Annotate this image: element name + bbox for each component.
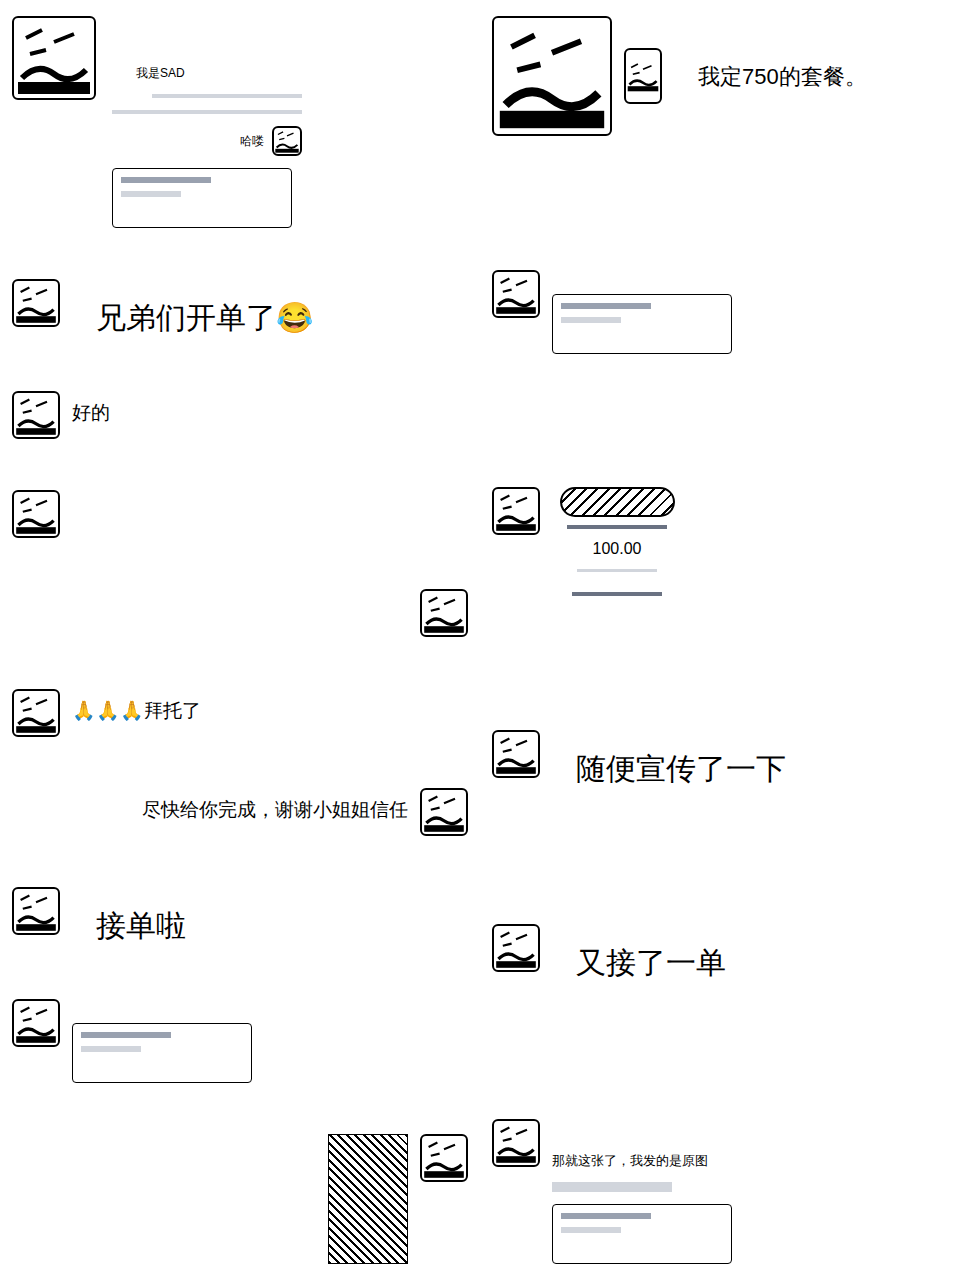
message-text: 好的 — [72, 391, 110, 428]
link-card[interactable] — [552, 1204, 732, 1264]
avatar[interactable] — [420, 1134, 468, 1182]
message-row: 🙏🙏🙏拜托了 — [12, 689, 468, 737]
message-text: 尽快给你完成，谢谢小姐姐信任 — [142, 788, 408, 825]
avatar-icon — [494, 489, 538, 533]
avatar-icon — [494, 272, 538, 316]
avatar-icon — [494, 18, 610, 134]
avatar-icon — [422, 591, 466, 635]
message-row: 好的 — [12, 391, 468, 439]
avatar[interactable] — [12, 391, 60, 439]
avatar[interactable] — [12, 999, 60, 1047]
avatar[interactable] — [12, 279, 60, 327]
avatar-icon — [422, 1136, 466, 1180]
message-row — [12, 589, 468, 637]
payment-screenshot[interactable]: 100.00 — [552, 487, 682, 596]
intro-title: 我是SAD — [112, 64, 302, 82]
message-row: 随便宣传了一下 — [492, 730, 948, 791]
avatar[interactable] — [492, 270, 540, 318]
avatar-icon — [14, 18, 94, 98]
message-row — [492, 270, 948, 354]
reply-text: 哈喽 — [240, 132, 264, 150]
avatar[interactable] — [12, 887, 60, 935]
avatar[interactable] — [272, 126, 302, 156]
avatar-icon — [14, 691, 58, 735]
avatar-icon — [274, 128, 300, 154]
avatar[interactable] — [12, 16, 96, 100]
message-row — [12, 999, 468, 1083]
avatar-icon — [14, 492, 58, 536]
image-message[interactable] — [328, 1134, 408, 1264]
message-row: 那就这张了，我发的是原图 — [492, 1119, 948, 1265]
avatar[interactable] — [492, 1119, 540, 1167]
link-card[interactable] — [72, 1023, 252, 1083]
avatar-icon — [422, 790, 466, 834]
avatar-icon — [494, 732, 538, 776]
avatar[interactable] — [420, 589, 468, 637]
avatar-icon — [14, 393, 58, 437]
message-row: 又接了一单 — [492, 924, 948, 985]
avatar[interactable] — [492, 730, 540, 778]
message-text: 接单啦 — [72, 887, 186, 948]
avatar-icon — [14, 889, 58, 933]
avatar[interactable] — [12, 490, 60, 538]
message-text: 🙏🙏🙏拜托了 — [72, 689, 201, 726]
message-row: 100.00 — [492, 487, 948, 596]
avatar[interactable] — [420, 788, 468, 836]
message-text: 我定750的套餐。 — [674, 60, 867, 93]
avatar-icon — [14, 1001, 58, 1045]
message-row: 兄弟们开单了😂 — [12, 279, 468, 340]
avatar[interactable] — [12, 689, 60, 737]
avatar[interactable] — [624, 48, 662, 104]
message-text: 那就这张了，我发的是原图 — [552, 1151, 732, 1171]
chat-collage: 我是SAD哈喽兄弟们开单了😂好的🙏🙏🙏拜托了尽快给你完成，谢谢小姐姐信任接单啦我… — [0, 0, 960, 1280]
avatar[interactable] — [492, 16, 612, 136]
link-card[interactable] — [112, 168, 292, 228]
message-text: 又接了一单 — [552, 924, 726, 985]
message-row — [12, 1134, 468, 1264]
avatar[interactable] — [492, 487, 540, 535]
message-text: 兄弟们开单了😂 — [72, 279, 313, 340]
avatar-icon — [494, 1121, 538, 1165]
header-message: 我定750的套餐。 — [492, 16, 948, 136]
avatar-icon — [494, 926, 538, 970]
avatar[interactable] — [492, 924, 540, 972]
message-row: 接单啦 — [12, 887, 468, 948]
avatar-icon — [626, 50, 660, 102]
intro-message: 我是SAD 哈喽 — [12, 16, 468, 228]
link-card[interactable] — [552, 294, 732, 354]
left-column: 我是SAD 哈喽兄弟们开单了😂 好的 🙏🙏🙏拜托了尽快给你完成，谢谢小姐姐信任接单啦 — [0, 0, 480, 1280]
payment-amount: 100.00 — [593, 537, 642, 561]
message-row: 尽快给你完成，谢谢小姐姐信任 — [12, 788, 468, 836]
avatar-icon — [14, 281, 58, 325]
message-text: 随便宣传了一下 — [552, 730, 786, 791]
right-column: 我定750的套餐。 100.00 随便宣传了一下又接了一单那就这张了，我发的是原图 — [480, 0, 960, 1280]
message-row — [12, 490, 468, 538]
